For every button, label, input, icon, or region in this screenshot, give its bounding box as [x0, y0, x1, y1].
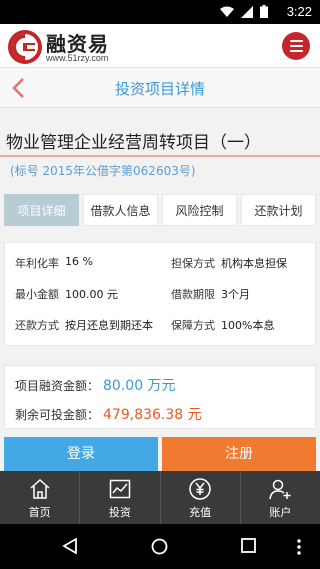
detail-row: 年利化率 16 % 担保方式 机构本息担保 [5, 255, 317, 275]
yuan-coin-icon [189, 478, 211, 500]
nav-recharge[interactable]: 充值 [161, 471, 241, 524]
nav-invest-label: 投资 [108, 506, 131, 519]
back-triangle-icon[interactable] [62, 538, 78, 554]
title-bar: 投资项目详情 [0, 68, 320, 108]
user-add-icon [269, 479, 291, 500]
guarantee-value: 机构本息担保 [221, 257, 287, 270]
home-circle-icon[interactable] [151, 538, 168, 555]
term-value: 3个月 [221, 288, 250, 301]
total-amount-value: 80.00 万元 [103, 378, 176, 394]
nav-account-label: 账户 [269, 506, 292, 519]
min-amount-label: 最小金额 [15, 288, 59, 301]
amounts-card: 项目融资金额： 80.00 万元 剩余可投金额： 479,836.38 元 [4, 365, 316, 429]
total-amount-row: 项目融资金额： 80.00 万元 [15, 375, 176, 395]
status-time: 3:22 [286, 4, 312, 19]
brand-header: 融资易 www.51rzy.com [0, 24, 320, 68]
more-vertical-icon[interactable] [296, 538, 302, 556]
nav-recharge-label: 充值 [189, 506, 212, 519]
brand-logo [8, 30, 42, 64]
project-title: 物业管理企业经营周转项目（一） [6, 133, 261, 153]
tab-risk-control[interactable]: 风险控制 [162, 194, 237, 226]
system-nav-bar [0, 524, 320, 569]
status-icons [220, 5, 268, 18]
guarantee-label: 担保方式 [171, 257, 215, 270]
nav-home[interactable]: 首页 [0, 471, 81, 524]
remaining-amount-value: 479,836.38 元 [103, 407, 202, 423]
bottom-nav: 首页 投资 充值 账户 [0, 471, 320, 524]
total-amount-label: 项目融资金额： [15, 379, 100, 393]
nav-invest[interactable]: 投资 [80, 471, 161, 524]
register-button[interactable]: 注册 [162, 437, 316, 471]
repay-value: 按月还息到期还本 [65, 319, 153, 332]
status-bar: 3:22 [0, 0, 320, 24]
tab-repayment-plan[interactable]: 还款计划 [241, 194, 316, 226]
detail-row: 最小金额 100.00 元 借款期限 3个月 [5, 286, 317, 306]
battery-icon [260, 5, 268, 18]
detail-row: 还款方式 按月还息到期还本 保障方式 100%本息 [5, 317, 317, 337]
nav-home-label: 首页 [28, 506, 51, 519]
title-divider [0, 155, 320, 157]
term-label: 借款期限 [171, 288, 215, 301]
home-icon [30, 478, 50, 499]
recents-square-icon[interactable] [241, 538, 256, 553]
annual-rate-label: 年利化率 [15, 257, 59, 270]
protection-label: 保障方式 [171, 319, 215, 332]
menu-button[interactable] [282, 32, 310, 60]
remaining-amount-row: 剩余可投金额： 479,836.38 元 [15, 404, 202, 424]
detail-tabs: 项目详细 借款人信息 风险控制 还款计划 [4, 194, 316, 226]
login-button[interactable]: 登录 [4, 437, 158, 471]
project-code: (标号 2015年公借字第062603号) [10, 164, 196, 178]
repay-label: 还款方式 [15, 319, 59, 332]
menu-icon [289, 40, 303, 42]
signal-icon [241, 5, 253, 18]
protection-value: 100%本息 [221, 319, 275, 332]
remaining-amount-label: 剩余可投金额： [15, 408, 100, 422]
wifi-icon [220, 6, 234, 17]
brand-url: www.51rzy.com [46, 53, 109, 63]
tab-borrower-info[interactable]: 借款人信息 [83, 194, 158, 226]
annual-rate-value: 16 % [65, 255, 93, 268]
min-amount-value: 100.00 元 [65, 288, 118, 301]
page-title: 投资项目详情 [114, 80, 205, 98]
nav-account[interactable]: 账户 [241, 471, 320, 524]
project-details-card: 年利化率 16 % 担保方式 机构本息担保 最小金额 100.00 元 借款期限… [4, 242, 316, 346]
tab-project-details[interactable]: 项目详细 [4, 194, 79, 226]
chart-icon [109, 479, 131, 499]
